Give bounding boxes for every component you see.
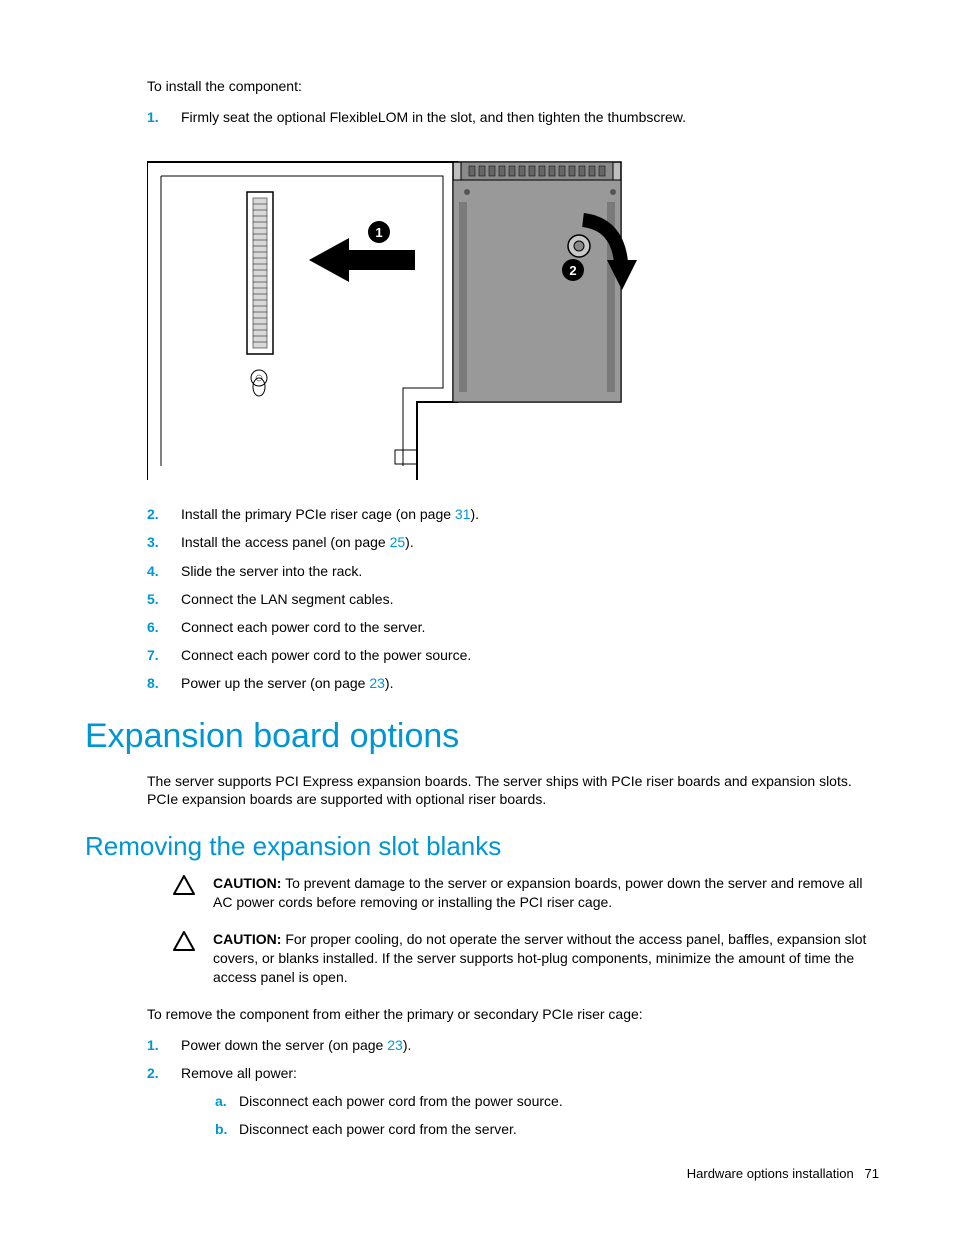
caution-1: CAUTION: To prevent damage to the server… xyxy=(173,874,879,912)
step-text: Firmly seat the optional FlexibleLOM in … xyxy=(181,108,879,126)
page-link-23[interactable]: 23 xyxy=(369,675,385,691)
step-text: Power down the server (on page 23). xyxy=(181,1036,879,1054)
page-link-31[interactable]: 31 xyxy=(455,506,471,522)
step-number: 7. xyxy=(147,646,181,664)
caution-text: CAUTION: For proper cooling, do not oper… xyxy=(213,930,879,987)
step-8: 8. Power up the server (on page 23). xyxy=(147,674,879,692)
step-number: 2. xyxy=(147,1064,181,1149)
step-text: Slide the server into the rack. xyxy=(181,562,879,580)
install-steps-bottom: 2. Install the primary PCIe riser cage (… xyxy=(147,505,879,692)
step-text: Install the access panel (on page 25). xyxy=(181,533,879,551)
heading-removing-expansion-slot-blanks: Removing the expansion slot blanks xyxy=(85,831,879,862)
step-4: 4. Slide the server into the rack. xyxy=(147,562,879,580)
svg-text:1: 1 xyxy=(375,225,382,240)
installation-figure: 1 2 xyxy=(147,142,879,487)
remove-intro: To remove the component from either the … xyxy=(147,1005,879,1024)
intro-text: To install the component: xyxy=(147,78,879,94)
remove-substeps: a. Disconnect each power cord from the p… xyxy=(215,1092,879,1138)
remove-step-2: 2. Remove all power: a. Disconnect each … xyxy=(147,1064,879,1149)
step-number: 5. xyxy=(147,590,181,608)
step-3: 3. Install the access panel (on page 25)… xyxy=(147,533,879,551)
step-number: 6. xyxy=(147,618,181,636)
substep-text: Disconnect each power cord from the powe… xyxy=(239,1092,563,1110)
step-text: Install the primary PCIe riser cage (on … xyxy=(181,505,879,523)
caution-icon xyxy=(173,874,213,912)
step-number: 1. xyxy=(147,1036,181,1054)
step-number: 2. xyxy=(147,505,181,523)
step-number: 8. xyxy=(147,674,181,692)
caution-label: CAUTION: xyxy=(213,875,281,891)
remove-step-2b: b. Disconnect each power cord from the s… xyxy=(215,1120,879,1138)
heading-expansion-board-options: Expansion board options xyxy=(85,717,879,756)
substep-letter: a. xyxy=(215,1092,239,1110)
remove-step-2a: a. Disconnect each power cord from the p… xyxy=(215,1092,879,1110)
remove-steps: 1. Power down the server (on page 23). 2… xyxy=(147,1036,879,1149)
footer-section: Hardware options installation xyxy=(687,1166,854,1181)
step-number: 3. xyxy=(147,533,181,551)
caution-icon xyxy=(173,930,213,987)
step-number: 1. xyxy=(147,108,181,126)
step-text: Connect the LAN segment cables. xyxy=(181,590,879,608)
step-number: 4. xyxy=(147,562,181,580)
step-6: 6. Connect each power cord to the server… xyxy=(147,618,879,636)
page-link-23[interactable]: 23 xyxy=(387,1037,403,1053)
caution-2: CAUTION: For proper cooling, do not oper… xyxy=(173,930,879,987)
step-1: 1. Firmly seat the optional FlexibleLOM … xyxy=(147,108,879,126)
caution-text: CAUTION: To prevent damage to the server… xyxy=(213,874,879,912)
step-5: 5. Connect the LAN segment cables. xyxy=(147,590,879,608)
step-7: 7. Connect each power cord to the power … xyxy=(147,646,879,664)
svg-text:2: 2 xyxy=(569,263,576,278)
caution-label: CAUTION: xyxy=(213,931,281,947)
substep-text: Disconnect each power cord from the serv… xyxy=(239,1120,517,1138)
step-text: Power up the server (on page 23). xyxy=(181,674,879,692)
expansion-description: The server supports PCI Express expansio… xyxy=(147,772,879,810)
install-steps-top: 1. Firmly seat the optional FlexibleLOM … xyxy=(147,108,879,126)
step-text: Connect each power cord to the server. xyxy=(181,618,879,636)
page-footer: Hardware options installation 71 xyxy=(687,1166,879,1181)
footer-page-number: 71 xyxy=(865,1166,879,1181)
substep-letter: b. xyxy=(215,1120,239,1138)
step-text: Remove all power: a. Disconnect each pow… xyxy=(181,1064,879,1149)
step-2: 2. Install the primary PCIe riser cage (… xyxy=(147,505,879,523)
remove-step-1: 1. Power down the server (on page 23). xyxy=(147,1036,879,1054)
page-link-25[interactable]: 25 xyxy=(390,534,406,550)
step-text: Connect each power cord to the power sou… xyxy=(181,646,879,664)
